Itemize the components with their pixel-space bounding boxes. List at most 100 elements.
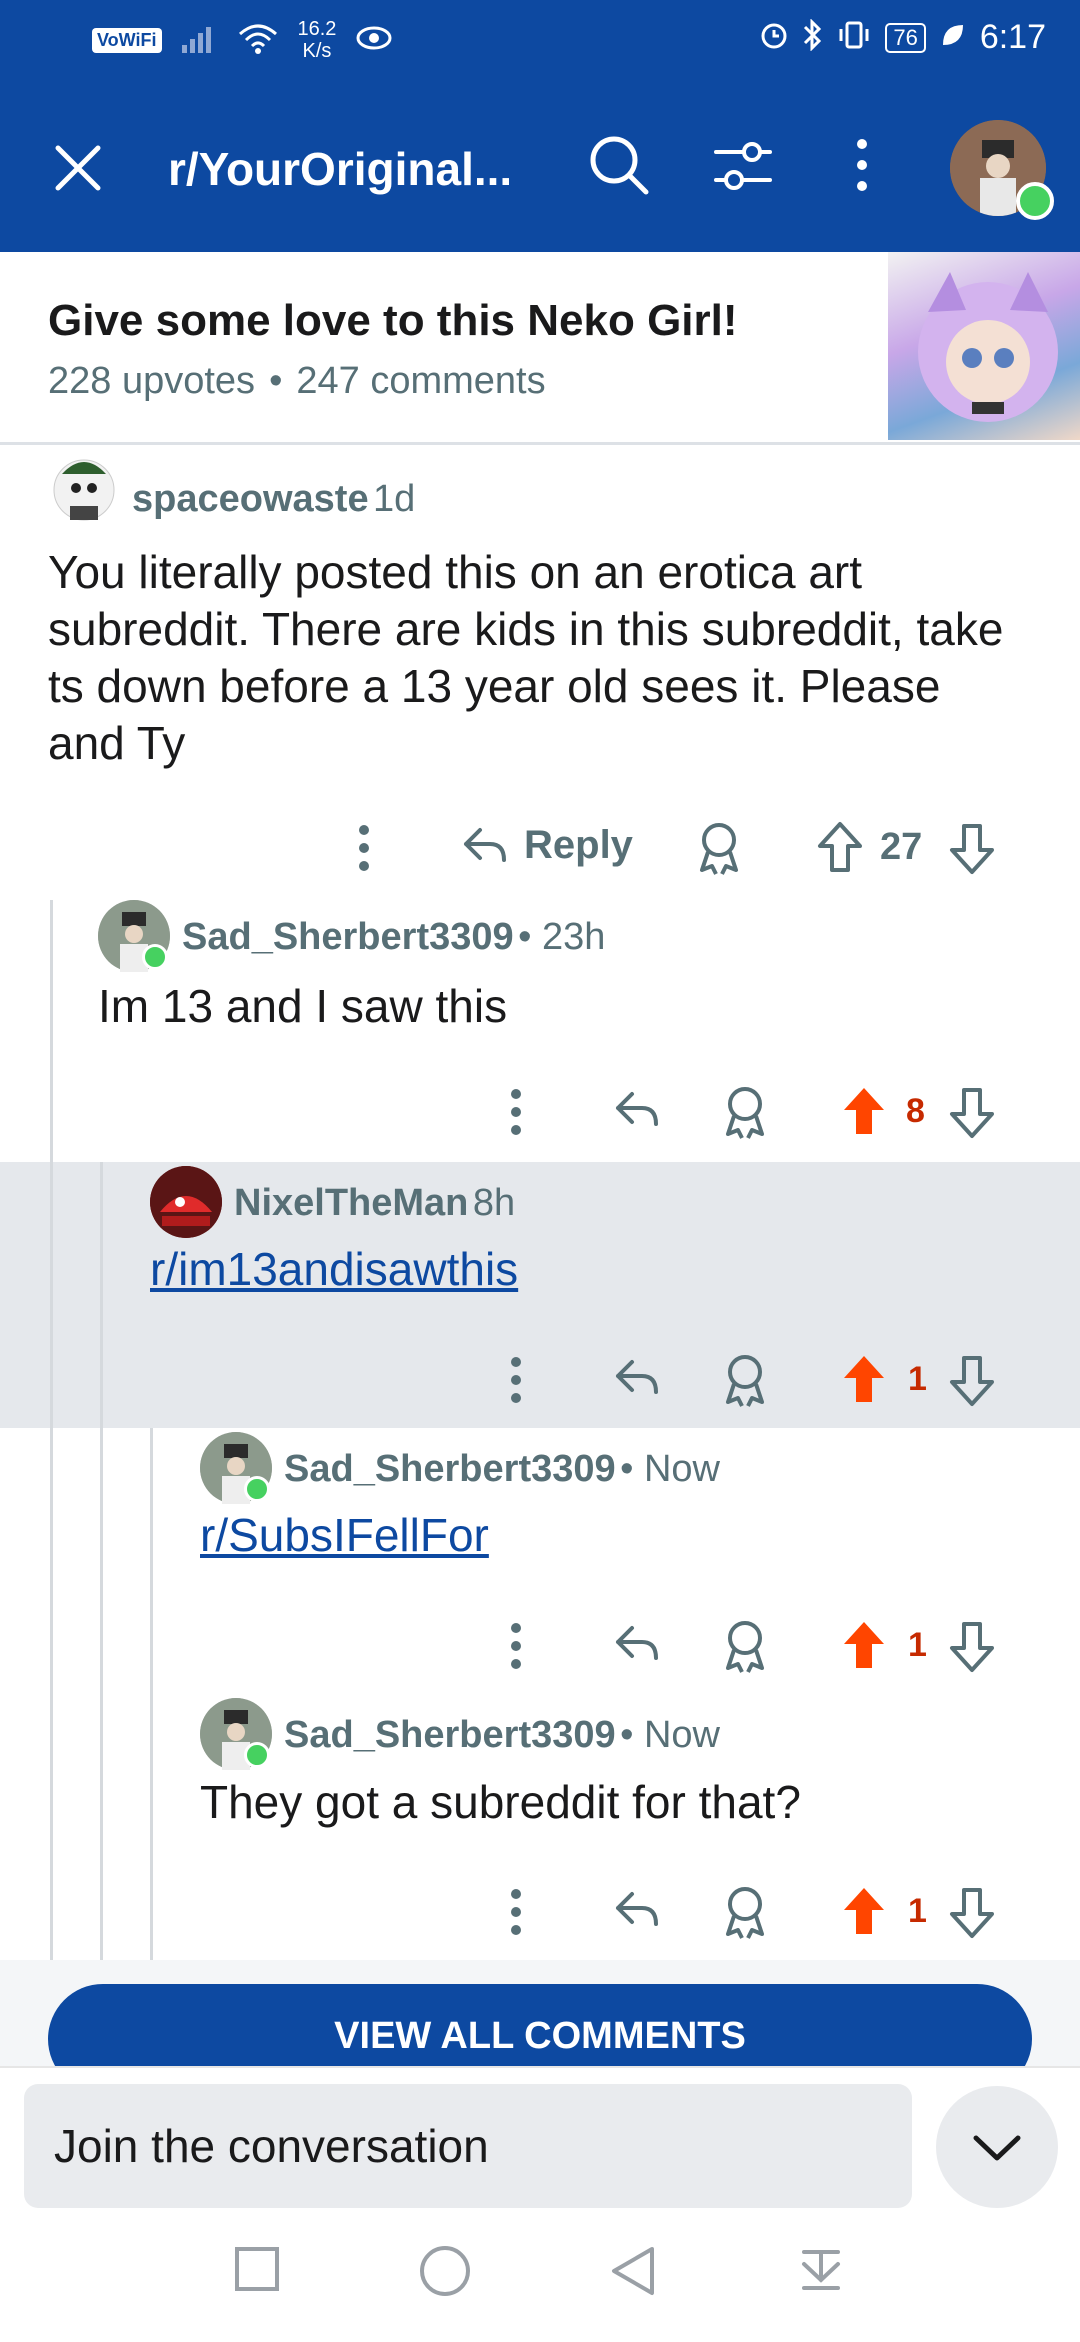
- downvote-icon[interactable]: [948, 1884, 996, 1945]
- subreddit-link[interactable]: r/im13andisawthis: [150, 1242, 518, 1296]
- comment-time: 8h: [472, 1182, 516, 1224]
- status-left: VoWiFi 16.2 K/s: [92, 18, 392, 62]
- comment-header: spaceowaste 1d: [132, 478, 415, 521]
- comment-avatar[interactable]: [200, 1698, 272, 1770]
- reply-icon[interactable]: [612, 1084, 662, 1139]
- notification-pulldown-icon[interactable]: [796, 2244, 846, 2299]
- comment-author[interactable]: Sad_Sherbert3309: [284, 1448, 616, 1490]
- search-icon[interactable]: [586, 132, 652, 203]
- comment-body: You literally posted this on an erotica …: [48, 546, 1004, 769]
- online-indicator: [244, 1476, 270, 1502]
- network-speed: 16.2 K/s: [298, 18, 337, 62]
- upvote-icon[interactable]: [840, 1884, 888, 1945]
- comment-author[interactable]: Sad_Sherbert3309: [284, 1714, 616, 1756]
- subreddit-title[interactable]: r/YourOriginal...: [168, 142, 518, 196]
- upvote-icon[interactable]: [840, 1084, 888, 1145]
- battery-indicator: 76: [885, 22, 926, 53]
- downvote-icon[interactable]: [948, 820, 996, 881]
- award-icon[interactable]: [720, 1084, 770, 1145]
- back-icon[interactable]: [608, 2244, 658, 2303]
- more-options-icon[interactable]: [504, 1084, 528, 1145]
- comment-author[interactable]: NixelTheMan: [234, 1182, 468, 1224]
- more-options-icon[interactable]: [852, 132, 872, 203]
- app-bar: r/YourOriginal...: [0, 84, 1080, 252]
- more-options-icon[interactable]: [504, 1618, 528, 1679]
- post-thumbnail[interactable]: [888, 252, 1080, 440]
- subreddit-link[interactable]: r/SubsIFellFor: [200, 1508, 489, 1562]
- post-title: Give some love to this Neko Girl!: [48, 296, 738, 345]
- comment-header: Sad_Sherbert3309 • Now: [284, 1448, 720, 1491]
- comment-actions: 1: [0, 1618, 1080, 1678]
- comment-time: • Now: [620, 1448, 720, 1490]
- speed-value: 16.2: [297, 18, 337, 40]
- upvote-icon[interactable]: [840, 1618, 888, 1679]
- comment-input[interactable]: Join the conversation: [24, 2084, 912, 2208]
- comment-author[interactable]: spaceowaste: [132, 478, 369, 520]
- post-meta: 228 upvotes • 247 comments: [48, 360, 546, 403]
- downvote-icon[interactable]: [948, 1352, 996, 1413]
- comment-time: • Now: [620, 1714, 720, 1756]
- vote-count: 27: [880, 826, 923, 868]
- chevron-down-icon: [973, 2135, 1021, 2161]
- leaf-icon: [940, 22, 966, 53]
- system-nav-bar: [0, 2210, 1080, 2340]
- comment-actions: 1: [0, 1884, 1080, 1944]
- signal-icon: [181, 23, 218, 58]
- vote-count: 8: [906, 1092, 925, 1130]
- downvote-icon[interactable]: [948, 1618, 996, 1679]
- vowifi-badge: VoWiFi: [92, 27, 162, 53]
- comment-actions: 1: [0, 1352, 1080, 1412]
- comment-avatar[interactable]: [48, 450, 120, 522]
- post-upvotes: 228 upvotes: [48, 360, 256, 402]
- close-icon[interactable]: [50, 140, 106, 201]
- comment-header: NixelTheMan 8h: [234, 1182, 515, 1225]
- speed-unit: K/s: [302, 40, 332, 62]
- alarm-icon: [759, 20, 789, 55]
- comment-body: Im 13 and I saw this: [98, 980, 508, 1032]
- award-icon[interactable]: [694, 820, 744, 881]
- more-options-icon[interactable]: [504, 1352, 528, 1413]
- reply-icon[interactable]: [612, 1884, 662, 1939]
- comment-avatar[interactable]: [200, 1432, 272, 1504]
- comment-actions: 8: [0, 1084, 1080, 1144]
- post-comment-count: 247 comments: [296, 360, 546, 402]
- reply-icon[interactable]: [612, 1352, 662, 1407]
- more-options-icon[interactable]: [352, 820, 376, 881]
- more-options-icon[interactable]: [504, 1884, 528, 1945]
- comment-header: Sad_Sherbert3309 • 23h: [182, 916, 605, 959]
- user-avatar[interactable]: [950, 120, 1054, 220]
- home-icon[interactable]: [418, 2244, 472, 2303]
- upvote-icon[interactable]: [840, 1352, 888, 1413]
- eye-icon: [356, 24, 392, 57]
- award-icon[interactable]: [720, 1884, 770, 1945]
- status-right: 76 6:17: [759, 18, 1046, 57]
- clock: 6:17: [979, 18, 1046, 56]
- post-header[interactable]: Give some love to this Neko Girl! 228 up…: [0, 252, 1080, 445]
- reply-icon[interactable]: [612, 1618, 662, 1673]
- thread-line[interactable]: [50, 900, 53, 1960]
- collapse-button[interactable]: [936, 2086, 1058, 2208]
- reply-button[interactable]: Reply: [460, 820, 633, 870]
- comment-time: 1d: [373, 478, 416, 520]
- award-icon[interactable]: [720, 1352, 770, 1413]
- thread-line[interactable]: [150, 1428, 153, 1960]
- comment-avatar[interactable]: [98, 900, 170, 972]
- downvote-icon[interactable]: [948, 1084, 996, 1145]
- comment-actions: Reply 27: [0, 820, 1080, 880]
- upvote-icon[interactable]: [816, 820, 864, 881]
- comment-author[interactable]: Sad_Sherbert3309: [182, 916, 514, 958]
- award-icon[interactable]: [720, 1618, 770, 1679]
- vote-count: 1: [908, 1360, 927, 1398]
- online-indicator: [244, 1742, 270, 1768]
- sort-filter-icon[interactable]: [712, 136, 774, 201]
- reply-icon: [464, 828, 506, 862]
- recents-icon[interactable]: [232, 2244, 282, 2299]
- reply-label: Reply: [524, 822, 633, 867]
- bluetooth-icon: [803, 18, 823, 56]
- comment-avatar[interactable]: [150, 1166, 222, 1238]
- vibrate-icon: [837, 20, 871, 55]
- online-indicator: [142, 944, 168, 970]
- status-bar: VoWiFi 16.2 K/s 76 6:17: [0, 0, 1080, 84]
- online-indicator: [1016, 182, 1054, 220]
- vote-count: 1: [908, 1626, 927, 1664]
